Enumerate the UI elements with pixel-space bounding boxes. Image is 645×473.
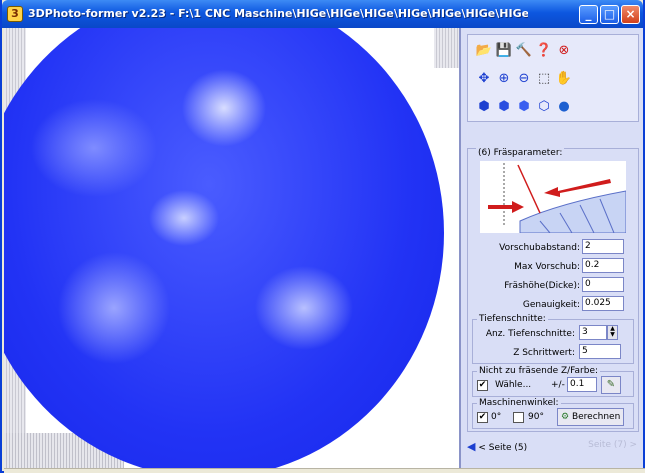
maschinenwinkel-group: Maschinenwinkel: ✔ 0° 90° ⚙ Berechnen [472,398,634,429]
app-window: 3 3DPhoto-former v2.23 - F:\1 CNC Maschi… [0,0,645,473]
page-navigation: ◀ < Seite (5) Seite (7) > [467,438,639,456]
back-button[interactable]: ◀ < Seite (5) [467,440,527,453]
relief-3d-preview [4,28,444,468]
max-vorschub-input[interactable]: 0.2 [582,258,624,273]
title-bar[interactable]: 3 3DPhoto-former v2.23 - F:\1 CNC Maschi… [2,0,643,28]
milling-parameters-group: (6) Fräsparameter: Vorschubabstand: 2 Ma… [467,148,639,432]
back-label: < Seite (5) [478,443,528,453]
tiefenschnitte-group: Tiefenschnitte: Anz. Tiefenschnitte: 3 ▲… [472,314,634,364]
group-title: (6) Fräsparameter: [476,148,565,158]
close-button[interactable]: × [621,5,640,24]
hand-icon[interactable]: ✋ [554,69,574,89]
minimize-button[interactable]: _ [579,5,598,24]
side-panel: 📂 💾 🔨 ❓ ⊗ ✥ ⊕ ⊖ ⬚ ✋ ⬢ ⬢ ⬢ ⬡ ● (6) Fräspa… [459,28,643,468]
plusminus-label: +/- [551,380,565,390]
sphere-icon[interactable]: ● [554,97,574,117]
relief-viewport[interactable] [4,28,459,468]
waehle-checkbox[interactable]: ✔ [477,380,488,391]
help-icon[interactable]: ❓ [534,41,554,61]
toolbar: 📂 💾 🔨 ❓ ⊗ ✥ ⊕ ⊖ ⬚ ✋ ⬢ ⬢ ⬢ ⬡ ● [467,34,639,122]
z-schrittwert-input[interactable]: 5 [579,344,621,359]
relief-edge-right [434,28,459,68]
plusminus-input[interactable]: 0.1 [567,377,597,392]
genauigkeit-input[interactable]: 0.025 [582,296,624,311]
angle-0-label: 0° [491,412,502,422]
angle-90-label: 90° [528,412,544,422]
anz-tiefenschnitte-input[interactable]: 3 [579,325,607,340]
berechnen-button[interactable]: ⚙ Berechnen [557,408,625,426]
vorschubabstand-input[interactable]: 2 [582,239,624,254]
stop-icon[interactable]: ⊗ [554,41,574,61]
maximize-button[interactable]: □ [600,5,619,24]
z-schrittwert-label: Z Schrittwert: [513,348,575,358]
select-icon[interactable]: ⬚ [534,69,554,89]
pick-color-icon[interactable]: ✎ [601,376,621,394]
zoom-in-icon[interactable]: ⊕ [494,69,514,89]
app-icon: 3 [7,6,23,22]
berechnen-label: Berechnen [571,412,621,422]
cube-wire-icon[interactable]: ⬡ [534,97,554,117]
status-bar [4,468,645,473]
cube-side-icon[interactable]: ⬢ [514,97,534,117]
spinner-arrows-icon[interactable]: ▲ ▼ [607,325,618,340]
farbe-title: Nicht zu fräsende Z/Farbe: [477,366,601,376]
waehle-label: Wähle... [495,380,532,390]
genauigkeit-label: Genauigkeit: [522,300,580,310]
next-button[interactable]: Seite (7) > [588,440,637,450]
brush-icon[interactable]: 🔨 [514,41,534,61]
open-icon[interactable]: 📂 [474,41,494,61]
zoom-out-icon[interactable]: ⊖ [514,69,534,89]
fraeshoehe-input[interactable]: 0 [582,277,624,292]
cube-icon[interactable]: ⬢ [474,97,494,117]
anz-tiefenschnitte-label: Anz. Tiefenschnitte: [485,329,575,339]
tiefenschnitte-title: Tiefenschnitte: [477,314,548,324]
calculate-icon: ⚙ [561,412,570,422]
save-icon[interactable]: 💾 [494,41,514,61]
cube-front-icon[interactable]: ⬢ [494,97,514,117]
milling-diagram [480,161,626,233]
angle-0-checkbox[interactable]: ✔ [477,412,488,423]
maschinenwinkel-title: Maschinenwinkel: [477,398,561,408]
arrow-left-icon: ◀ [467,440,476,453]
fraeshoehe-label: Fräshöhe(Dicke): [504,281,580,291]
vorschubabstand-label: Vorschubabstand: [499,243,580,253]
max-vorschub-label: Max Vorschub: [514,262,580,272]
move-icon[interactable]: ✥ [474,69,494,89]
farbe-group: Nicht zu fräsende Z/Farbe: ✔ Wähle... +/… [472,366,634,397]
window-title: 3DPhoto-former v2.23 - F:\1 CNC Maschine… [28,7,528,20]
angle-90-checkbox[interactable] [513,412,524,423]
